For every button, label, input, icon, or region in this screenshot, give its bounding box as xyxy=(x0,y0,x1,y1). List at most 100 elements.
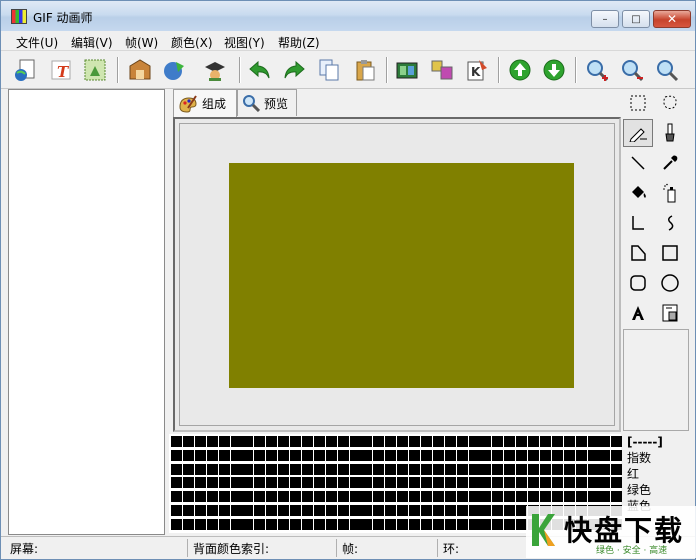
palette-swatch[interactable] xyxy=(242,477,254,489)
palette-swatch[interactable] xyxy=(563,491,575,503)
palette-swatch[interactable] xyxy=(230,491,242,503)
palette-swatch[interactable] xyxy=(171,463,182,475)
save-button[interactable] xyxy=(159,55,189,85)
palette-swatch[interactable] xyxy=(266,449,278,461)
palette-swatch[interactable] xyxy=(504,491,516,503)
palette-swatch[interactable] xyxy=(456,463,468,475)
palette-swatch[interactable] xyxy=(171,436,182,447)
palette-swatch[interactable] xyxy=(254,491,266,503)
palette-swatch[interactable] xyxy=(194,477,206,489)
palette-swatch[interactable] xyxy=(397,436,409,447)
palette-swatch[interactable] xyxy=(361,436,373,447)
palette-swatch[interactable] xyxy=(528,477,539,489)
palette-swatch[interactable] xyxy=(254,449,266,461)
palette-swatch[interactable] xyxy=(242,463,254,475)
palette-swatch[interactable] xyxy=(385,463,397,475)
rect-select-tool[interactable] xyxy=(623,89,653,117)
palette-swatch[interactable] xyxy=(551,436,563,447)
palette-swatch[interactable] xyxy=(492,449,504,461)
frame-manager-button[interactable] xyxy=(427,55,457,85)
palette-swatch[interactable] xyxy=(492,491,504,503)
palette-swatch[interactable] xyxy=(504,477,516,489)
palette-swatch[interactable] xyxy=(266,518,278,530)
palette-swatch[interactable] xyxy=(171,477,182,489)
palette-swatch[interactable] xyxy=(206,436,218,447)
palette-swatch[interactable] xyxy=(290,505,301,516)
palette-swatch[interactable] xyxy=(337,518,349,530)
palette-swatch[interactable] xyxy=(182,436,194,447)
palette-swatch[interactable] xyxy=(409,518,420,530)
palette-swatch[interactable] xyxy=(182,518,194,530)
palette-swatch[interactable] xyxy=(194,505,206,516)
image-frame-button[interactable] xyxy=(80,55,110,85)
palette-swatch[interactable] xyxy=(432,518,444,530)
palette-swatch[interactable] xyxy=(278,463,290,475)
palette-swatch[interactable] xyxy=(539,463,551,475)
palette-swatch[interactable] xyxy=(373,449,385,461)
frame-list-pane[interactable] xyxy=(8,89,165,535)
rounded-rect-tool[interactable] xyxy=(623,269,653,297)
palette-swatch[interactable] xyxy=(218,505,230,516)
palette-swatch[interactable] xyxy=(468,477,480,489)
palette-swatch[interactable] xyxy=(480,505,492,516)
palette-swatch[interactable] xyxy=(313,505,325,516)
palette-swatch[interactable] xyxy=(361,477,373,489)
maximize-button[interactable]: □ xyxy=(622,10,650,28)
palette-swatch[interactable] xyxy=(528,449,539,461)
palette-swatch[interactable] xyxy=(575,449,587,461)
palette-swatch[interactable] xyxy=(611,477,623,489)
palette-swatch[interactable] xyxy=(563,449,575,461)
palette-swatch[interactable] xyxy=(420,518,432,530)
palette-swatch[interactable] xyxy=(194,436,206,447)
text-button[interactable]: T xyxy=(46,55,76,85)
palette-swatch[interactable] xyxy=(206,477,218,489)
palette-swatch[interactable] xyxy=(313,491,325,503)
palette-swatch[interactable] xyxy=(194,449,206,461)
palette-swatch[interactable] xyxy=(456,505,468,516)
palette-swatch[interactable] xyxy=(278,505,290,516)
palette-swatch[interactable] xyxy=(301,491,313,503)
palette-swatch[interactable] xyxy=(611,449,623,461)
palette-swatch[interactable] xyxy=(480,449,492,461)
palette-swatch[interactable] xyxy=(385,505,397,516)
palette-swatch[interactable] xyxy=(444,436,456,447)
polyline-tool[interactable] xyxy=(623,209,653,237)
lasso-select-tool[interactable] xyxy=(655,89,685,117)
palette-swatch[interactable] xyxy=(242,518,254,530)
brush-tool[interactable] xyxy=(655,119,685,147)
palette-swatch[interactable] xyxy=(409,463,420,475)
palette-swatch[interactable] xyxy=(409,505,420,516)
palette-swatch[interactable] xyxy=(171,491,182,503)
palette-swatch[interactable] xyxy=(242,449,254,461)
palette-swatch[interactable] xyxy=(254,505,266,516)
palette-swatch[interactable] xyxy=(420,477,432,489)
palette-swatch[interactable] xyxy=(218,477,230,489)
palette-swatch[interactable] xyxy=(218,518,230,530)
palette-swatch[interactable] xyxy=(182,449,194,461)
palette-swatch[interactable] xyxy=(468,518,480,530)
palette-swatch[interactable] xyxy=(504,518,516,530)
palette-swatch[interactable] xyxy=(171,518,182,530)
palette-swatch[interactable] xyxy=(301,518,313,530)
palette-swatch[interactable] xyxy=(504,505,516,516)
palette-swatch[interactable] xyxy=(587,436,599,447)
palette-swatch[interactable] xyxy=(230,505,242,516)
palette-swatch[interactable] xyxy=(397,449,409,461)
palette-swatch[interactable] xyxy=(551,477,563,489)
palette-swatch[interactable] xyxy=(516,436,528,447)
palette-swatch[interactable] xyxy=(528,436,539,447)
palette-swatch[interactable] xyxy=(373,518,385,530)
menu-frame[interactable]: 帧(W) xyxy=(125,34,158,51)
palette-swatch[interactable] xyxy=(349,518,361,530)
palette-swatch[interactable] xyxy=(325,518,337,530)
palette-swatch[interactable] xyxy=(468,463,480,475)
graduate-button[interactable] xyxy=(200,55,230,85)
palette-swatch[interactable] xyxy=(432,436,444,447)
palette-swatch[interactable] xyxy=(361,491,373,503)
palette-swatch[interactable] xyxy=(171,449,182,461)
palette-swatch[interactable] xyxy=(539,491,551,503)
new-animation-button[interactable] xyxy=(10,55,40,85)
palette-swatch[interactable] xyxy=(325,505,337,516)
palette-swatch[interactable] xyxy=(194,518,206,530)
palette-swatch[interactable] xyxy=(420,436,432,447)
